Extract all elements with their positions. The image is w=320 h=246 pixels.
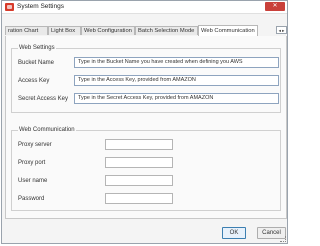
ok-button[interactable]: OK <box>222 227 246 239</box>
user-name-input[interactable] <box>105 175 173 186</box>
tab-ration-chart[interactable]: ration Chart <box>5 26 48 35</box>
tab-light-box[interactable]: Light Box <box>48 26 81 35</box>
tab-web-communication[interactable]: Web Communication <box>198 25 258 36</box>
secret-access-key-label: Secret Access Key <box>18 96 69 102</box>
web-communication-title: Web Communication <box>18 127 76 133</box>
tab-web-configuration[interactable]: Web Configuration <box>81 26 135 35</box>
web-settings-group: Web Settings Bucket Name Type in the Buc… <box>11 45 281 113</box>
proxy-port-label: Proxy port <box>18 160 46 166</box>
secret-access-key-input[interactable]: Type in the Secret Access Key, provided … <box>74 93 279 104</box>
title-bar: System Settings ✕ <box>2 1 287 14</box>
system-settings-window: System Settings ✕ ration Chart Light Box… <box>1 0 288 244</box>
access-key-label: Access Key <box>18 78 50 84</box>
window-title: System Settings <box>17 3 64 10</box>
user-name-label: User name <box>18 178 48 184</box>
app-logo-icon <box>5 3 14 11</box>
web-communication-panel: Web Settings Bucket Name Type in the Buc… <box>5 36 287 219</box>
bucket-name-label: Bucket Name <box>18 60 55 66</box>
resize-grip-icon[interactable] <box>280 236 286 242</box>
proxy-port-input[interactable] <box>105 157 173 168</box>
tab-scroll-arrows-icon[interactable]: ◂ ▸ <box>276 26 287 34</box>
password-input[interactable] <box>105 193 173 204</box>
web-communication-group: Web Communication Proxy server Proxy por… <box>11 127 281 211</box>
close-button[interactable]: ✕ <box>265 2 285 11</box>
web-settings-title: Web Settings <box>18 45 56 51</box>
bucket-name-input[interactable]: Type in the Bucket Name you have created… <box>74 57 279 68</box>
access-key-input[interactable]: Type in the Access Key, provided from AM… <box>74 75 279 86</box>
proxy-server-label: Proxy server <box>18 142 52 148</box>
tab-batch-selection-mode[interactable]: Batch Selection Mode <box>135 26 198 35</box>
proxy-server-input[interactable] <box>105 139 173 150</box>
password-label: Password <box>18 196 45 202</box>
